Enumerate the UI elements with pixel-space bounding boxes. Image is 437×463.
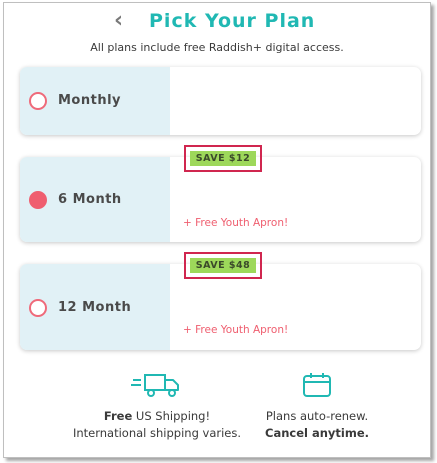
shipping-line-2: International shipping varies. [72,426,242,440]
save-badge-12-month: SAVE $48 [190,258,256,273]
plan-label-monthly: Monthly [58,93,122,108]
plan-option-6-month[interactable]: 6 Month + Free Youth Apron! SAVE $12 [20,145,421,242]
plan-option-12-month[interactable]: 12 Month + Free Youth Apron! SAVE $48 [20,252,421,350]
bonus-text-12-month: + Free Youth Apron! [183,324,289,336]
feature-shipping: Free US Shipping! International shipping… [62,372,252,442]
delivery-truck-icon [131,374,179,397]
calendar-icon [303,373,331,397]
renew-line-1: Plans auto-renew. [265,409,369,423]
feature-auto-renew: Plans auto-renew. Cancel anytime. [242,372,392,442]
plan-picker-panel: ‹ Pick Your Plan All plans include free … [3,2,431,458]
page-title: Pick Your Plan [149,10,316,32]
radio-12-month[interactable] [29,299,47,317]
header: ‹ Pick Your Plan [4,8,430,36]
save-badge-highlight: SAVE $12 [184,145,262,172]
save-badge-highlight: SAVE $48 [184,252,262,279]
radio-monthly[interactable] [29,92,47,110]
plan-label-6-month: 6 Month [58,192,122,207]
plan-option-monthly[interactable]: Monthly [20,67,421,135]
chevron-left-icon[interactable]: ‹ [114,10,123,32]
bonus-text-6-month: + Free Youth Apron! [183,217,289,229]
save-badge-6-month: SAVE $12 [190,151,256,166]
subtitle: All plans include free Raddish+ digital … [90,41,344,54]
renew-line-2: Cancel anytime. [265,426,369,440]
radio-6-month[interactable] [29,191,47,209]
plan-label-12-month: 12 Month [58,300,132,315]
shipping-line-1: Free US Shipping! [103,409,211,423]
